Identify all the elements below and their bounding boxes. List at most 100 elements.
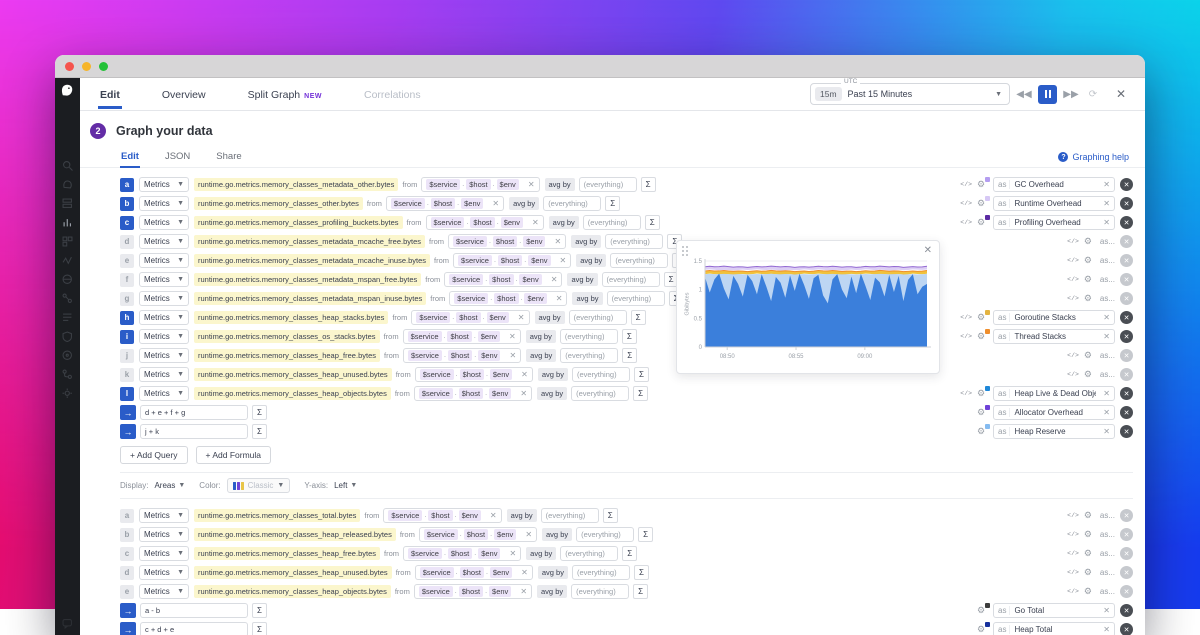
clear-alias-icon[interactable]: ✕ (1103, 313, 1110, 322)
clear-scope-icon[interactable]: ✕ (556, 294, 563, 303)
clear-scope-icon[interactable]: ✕ (560, 256, 567, 265)
remove-row-button[interactable]: ✕ (1120, 585, 1133, 598)
formula-input[interactable]: a - b (140, 603, 248, 618)
aggregation-chip[interactable]: avg by (571, 235, 601, 248)
drag-handle-icon[interactable] (682, 246, 690, 257)
query-letter-badge[interactable]: e (120, 585, 134, 599)
tab-overview[interactable]: Overview (160, 79, 208, 109)
clear-scope-icon[interactable]: ✕ (528, 180, 535, 189)
code-view-icon[interactable]: </> (960, 200, 972, 207)
aggregation-chip[interactable]: avg by (549, 216, 579, 229)
infrastructure-icon[interactable] (62, 274, 73, 285)
aggregation-chip[interactable]: avg by (526, 330, 556, 343)
sigma-function-button[interactable]: Σ (622, 329, 637, 344)
style-gear-icon[interactable]: ⚙ (1084, 529, 1095, 540)
alias-field[interactable]: asHeap Live & Dead Objects✕ (993, 386, 1115, 401)
style-gear-icon[interactable]: ⚙ (1084, 369, 1095, 380)
groupby-field[interactable]: (everything) (571, 386, 629, 401)
search-icon[interactable] (62, 160, 73, 171)
time-range-picker[interactable]: UTC 15m Past 15 Minutes ▼ (810, 83, 1010, 105)
scope-variable-chip[interactable]: $service (388, 510, 422, 521)
style-gear-icon[interactable]: ⚙ (1084, 548, 1095, 559)
remove-row-button[interactable]: ✕ (1120, 311, 1133, 324)
sigma-function-button[interactable]: Σ (633, 584, 648, 599)
scope-field[interactable]: $service.$host.$env✕ (419, 527, 537, 542)
clear-scope-icon[interactable]: ✕ (520, 389, 527, 398)
query-letter-badge[interactable]: k (120, 368, 134, 382)
scope-variable-chip[interactable]: $host (448, 548, 472, 559)
add-formula-button[interactable]: + Add Formula (196, 446, 272, 464)
scope-variable-chip[interactable]: $env (497, 179, 519, 190)
scope-field[interactable]: $service.$host.$env✕ (403, 546, 521, 561)
scope-field[interactable]: $service.$host.$env✕ (426, 215, 544, 230)
scope-variable-chip[interactable]: $service (449, 274, 483, 285)
metrics-source-select[interactable]: Metrics▼ (139, 310, 189, 325)
aggregation-chip[interactable]: avg by (538, 566, 568, 579)
remove-row-button[interactable]: ✕ (1120, 425, 1133, 438)
chart-close-icon[interactable]: ✕ (924, 245, 932, 256)
remove-row-button[interactable]: ✕ (1120, 197, 1133, 210)
scope-field[interactable]: $service.$host.$env✕ (386, 196, 504, 211)
integrations-icon[interactable] (62, 236, 73, 247)
aggregation-chip[interactable]: avg by (537, 585, 567, 598)
scope-variable-chip[interactable]: $service (426, 179, 460, 190)
scope-variable-chip[interactable]: $env (478, 350, 500, 361)
metrics-source-select[interactable]: Metrics▼ (139, 565, 189, 580)
scope-field[interactable]: $service.$host.$env✕ (411, 310, 529, 325)
metrics-source-select[interactable]: Metrics▼ (139, 584, 189, 599)
style-gear-icon[interactable]: ⚙ (1084, 567, 1095, 578)
formula-input[interactable]: c + d + e (140, 622, 248, 635)
alias-field[interactable]: asGC Overhead✕ (993, 177, 1115, 192)
remove-row-button[interactable]: ✕ (1120, 330, 1133, 343)
groupby-field[interactable]: (everything) (602, 272, 660, 287)
aggregation-chip[interactable]: avg by (509, 197, 539, 210)
scope-variable-chip[interactable]: $service (424, 529, 458, 540)
refresh-button[interactable]: ⟳ (1085, 89, 1101, 100)
groupby-field[interactable]: (everything) (572, 565, 630, 580)
alias-field[interactable]: asHeap Total✕ (993, 622, 1115, 635)
scope-variable-chip[interactable]: $service (431, 217, 465, 228)
scope-variable-chip[interactable]: $service (408, 331, 442, 342)
style-gear-icon[interactable]: ⚙ (1084, 293, 1095, 304)
scope-variable-chip[interactable]: $env (494, 529, 516, 540)
metrics-source-select[interactable]: Metrics▼ (139, 215, 189, 230)
alias-field[interactable]: asHeap Reserve✕ (993, 424, 1115, 439)
remove-row-button[interactable]: ✕ (1120, 509, 1133, 522)
zoom-traffic-light[interactable] (99, 62, 108, 71)
code-view-icon[interactable]: </> (1067, 371, 1079, 378)
query-letter-badge[interactable]: h (120, 311, 134, 325)
style-gear-icon[interactable]: ⚙ (977, 312, 988, 323)
clear-alias-icon[interactable]: ✕ (1103, 332, 1110, 341)
alias-field[interactable]: asThread Stacks✕ (993, 329, 1115, 344)
clear-alias-icon[interactable]: ✕ (1103, 427, 1110, 436)
clear-alias-icon[interactable]: ✕ (1103, 408, 1110, 417)
code-view-icon[interactable]: </> (1067, 352, 1079, 359)
style-gear-icon[interactable]: ⚙ (1084, 255, 1095, 266)
groupby-field[interactable]: (everything) (579, 177, 637, 192)
style-gear-icon[interactable]: ⚙ (1084, 274, 1095, 285)
scope-variable-chip[interactable]: $env (459, 510, 481, 521)
scope-variable-chip[interactable]: $host (494, 293, 518, 304)
remove-row-button[interactable]: ✕ (1120, 254, 1133, 267)
groupby-field[interactable]: (everything) (583, 215, 641, 230)
scope-field[interactable]: $service.$host.$env✕ (449, 291, 567, 306)
sigma-function-button[interactable]: Σ (638, 527, 653, 542)
tab-split-graph[interactable]: Split GraphNEW (246, 79, 324, 109)
metrics-source-select[interactable]: Metrics▼ (139, 253, 189, 268)
code-view-icon[interactable]: </> (1067, 531, 1079, 538)
clear-scope-icon[interactable]: ✕ (490, 511, 497, 520)
metrics-source-select[interactable]: Metrics▼ (139, 177, 189, 192)
minimize-traffic-light[interactable] (82, 62, 91, 71)
groupby-field[interactable]: (everything) (560, 546, 618, 561)
metrics-source-select[interactable]: Metrics▼ (139, 234, 189, 249)
code-view-icon[interactable]: </> (1067, 512, 1079, 519)
style-gear-icon[interactable]: ⚙ (1084, 236, 1095, 247)
metrics-source-select[interactable]: Metrics▼ (139, 291, 189, 306)
remove-row-button[interactable]: ✕ (1120, 566, 1133, 579)
dashboards-icon[interactable] (62, 198, 73, 209)
clear-alias-icon[interactable]: ✕ (1103, 625, 1110, 634)
remove-row-button[interactable]: ✕ (1120, 406, 1133, 419)
scope-variable-chip[interactable]: $service (419, 586, 453, 597)
query-letter-badge[interactable]: g (120, 292, 134, 306)
clear-scope-icon[interactable]: ✕ (509, 351, 516, 360)
